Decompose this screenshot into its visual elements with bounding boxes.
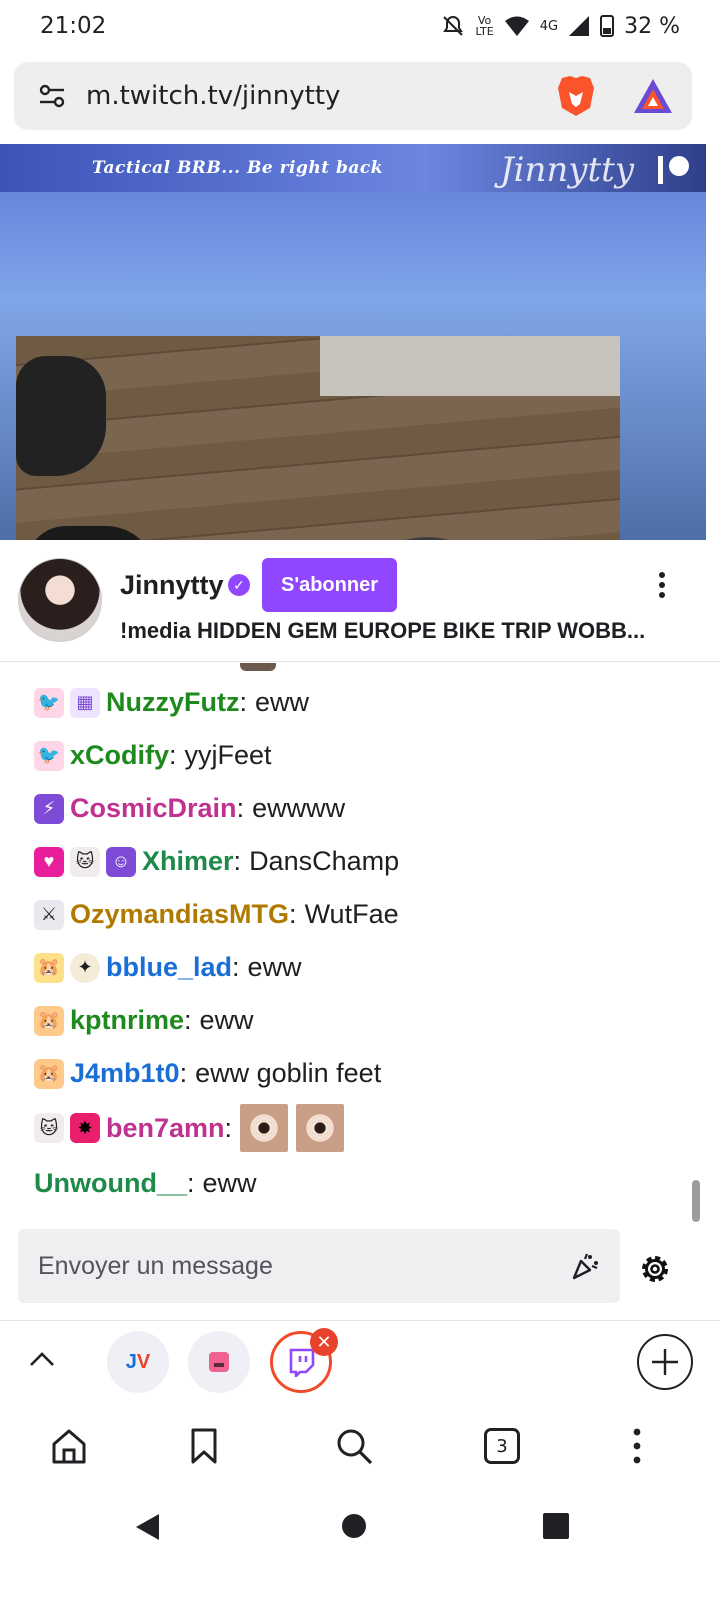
tab-jv[interactable]: JV [107, 1331, 169, 1393]
chat-text: yyjFeet [184, 740, 272, 770]
channel-name[interactable]: Jinnytty [120, 570, 224, 601]
search-icon[interactable] [334, 1426, 374, 1466]
menu-dots-icon[interactable] [617, 1426, 657, 1466]
patreon-logo-icon [658, 156, 689, 184]
subscriber-badge-icon: ☺ [106, 846, 136, 877]
chat-input-placeholder: Envoyer un message [38, 1251, 273, 1280]
battery-icon [600, 15, 615, 37]
stream-title: !media HIDDEN GEM EUROPE BIKE TRIP WOBB.… [120, 618, 646, 643]
chat-list: 🐦 ▦ NuzzyFutz: eww 🐦 xCodify: yyjFeet ⚡ … [0, 663, 706, 1219]
url-text[interactable]: m.twitch.tv/jinnytty [86, 81, 340, 111]
channel-header: Jinnytty ✓ S'abonner !media HIDDEN GEM E… [0, 540, 720, 662]
pink-app-icon [209, 1352, 229, 1372]
battery-level: 32 % [624, 13, 680, 39]
chat-text: DansChamp [249, 846, 400, 876]
chat-message: 🐹 J4mb1t0: eww goblin feet [34, 1058, 381, 1089]
knight-badge-icon: ⚔ [34, 899, 64, 930]
chat-username[interactable]: xCodify [70, 740, 169, 771]
chat-message: 🐱 ✸ ben7amn: [34, 1104, 345, 1152]
bits-badge-icon: ▦ [70, 687, 100, 718]
subscribe-button[interactable]: S'abonner [262, 558, 397, 612]
brave-rewards-icon[interactable] [632, 77, 674, 115]
chat-message: 🐹 kptnrime: eww [34, 1005, 254, 1036]
status-icons: Vo LTE 4G 32 % [441, 14, 680, 39]
emote-fragment [240, 663, 276, 671]
eyes-emote-left [240, 1104, 289, 1152]
chat-text: eww goblin feet [195, 1058, 382, 1088]
brave-lion-icon[interactable] [556, 74, 596, 118]
close-tab-icon[interactable]: ✕ [310, 1328, 338, 1356]
eyes-emote-right [296, 1104, 345, 1152]
video-banner-text: Tactical BRB... Be right back [92, 158, 384, 178]
video-logo: Jinnytty [500, 150, 635, 190]
hamster-badge-icon: 🐹 [34, 1005, 64, 1036]
chat-username[interactable]: ben7amn [106, 1113, 225, 1144]
chat-username[interactable]: Xhimer [142, 846, 234, 877]
signal-icon [569, 16, 590, 36]
gift-badge-icon: ♥ [34, 846, 64, 877]
back-icon[interactable] [133, 1512, 163, 1542]
chat-input-field[interactable]: Envoyer un message [18, 1229, 620, 1303]
hamster-badge-icon: 🐹 [34, 1058, 64, 1089]
chat-text: eww [199, 1005, 254, 1035]
cell-type: 4G [539, 18, 559, 34]
chat-text: WutFae [304, 899, 399, 929]
bird-emote-badge-icon: 🐦 [34, 687, 64, 718]
channel-avatar[interactable] [18, 558, 102, 642]
new-tab-plus-icon[interactable] [637, 1334, 693, 1390]
party-popper-icon[interactable] [570, 1251, 600, 1281]
verified-badge-icon: ✓ [228, 574, 250, 596]
volte-indicator: Vo LTE [475, 14, 494, 38]
chevron-up-icon[interactable] [28, 1346, 56, 1374]
chat-username[interactable]: Unwound__ [34, 1168, 187, 1199]
chat-message: ♥ 🐱 ☺ Xhimer: DansChamp [34, 846, 399, 877]
cat-badge-icon: 🐱 [34, 1113, 64, 1143]
star-badge-icon: ✦ [70, 952, 100, 983]
tab-switcher-icon[interactable]: 3 [484, 1428, 520, 1464]
chat-username[interactable]: CosmicDrain [70, 793, 237, 824]
twitch-icon [289, 1348, 315, 1377]
chat-username[interactable]: bblue_lad [106, 952, 232, 983]
chat-scrollbar[interactable] [692, 1180, 700, 1222]
chat-message: 🐹 ✦ bblue_lad: eww [34, 952, 302, 983]
browser-toolbar [0, 1320, 720, 1520]
chat-username[interactable]: NuzzyFutz [106, 687, 239, 718]
chat-message: 🐦 xCodify: yyjFeet [34, 740, 272, 771]
site-settings-icon[interactable] [38, 82, 66, 110]
chat-message: ⚡ CosmicDrain: ewwww [34, 793, 345, 824]
address-bar[interactable]: m.twitch.tv/jinnytty [14, 62, 692, 130]
bird-emote-badge-icon: 🐦 [34, 740, 64, 771]
chat-settings-gear-icon[interactable] [636, 1250, 674, 1288]
status-bar: 21:02 Vo LTE 4G 32 % [0, 0, 720, 52]
chat-text: eww [202, 1168, 257, 1198]
chat-text: eww [247, 952, 302, 982]
chat-text: ewwww [252, 793, 346, 823]
chat-message: 🐦 ▦ NuzzyFutz: eww [34, 687, 309, 718]
more-options-icon[interactable] [648, 570, 676, 600]
mute-bell-icon [443, 15, 464, 36]
wifi-icon [504, 16, 529, 36]
chat-username[interactable]: J4mb1t0 [70, 1058, 180, 1089]
chat-text: eww [255, 687, 310, 717]
tab-pink-app[interactable] [188, 1331, 250, 1393]
chat-message: ⚔ OzymandiasMTG: WutFae [34, 899, 399, 930]
home-icon[interactable] [49, 1426, 89, 1466]
system-navigation-bar [0, 1500, 720, 1600]
status-time: 21:02 [40, 13, 107, 39]
hamster-badge-icon: 🐹 [34, 952, 64, 983]
chat-username[interactable]: OzymandiasMTG [70, 899, 289, 930]
camera-feed [16, 336, 620, 540]
chat-username[interactable]: kptnrime [70, 1005, 184, 1036]
home-circle-icon[interactable] [341, 1513, 367, 1539]
video-player[interactable]: yoomjjj yoomjjj jinnytty jinnyttyl jinny… [0, 144, 706, 540]
prime-badge-icon: ⚡ [34, 793, 64, 824]
chat-message: Unwound__: eww [34, 1168, 257, 1199]
bookmark-icon[interactable] [184, 1426, 224, 1466]
cat-badge-icon: 🐱 [70, 846, 100, 877]
burst-badge-icon: ✸ [70, 1113, 100, 1143]
recents-icon[interactable] [543, 1513, 569, 1539]
